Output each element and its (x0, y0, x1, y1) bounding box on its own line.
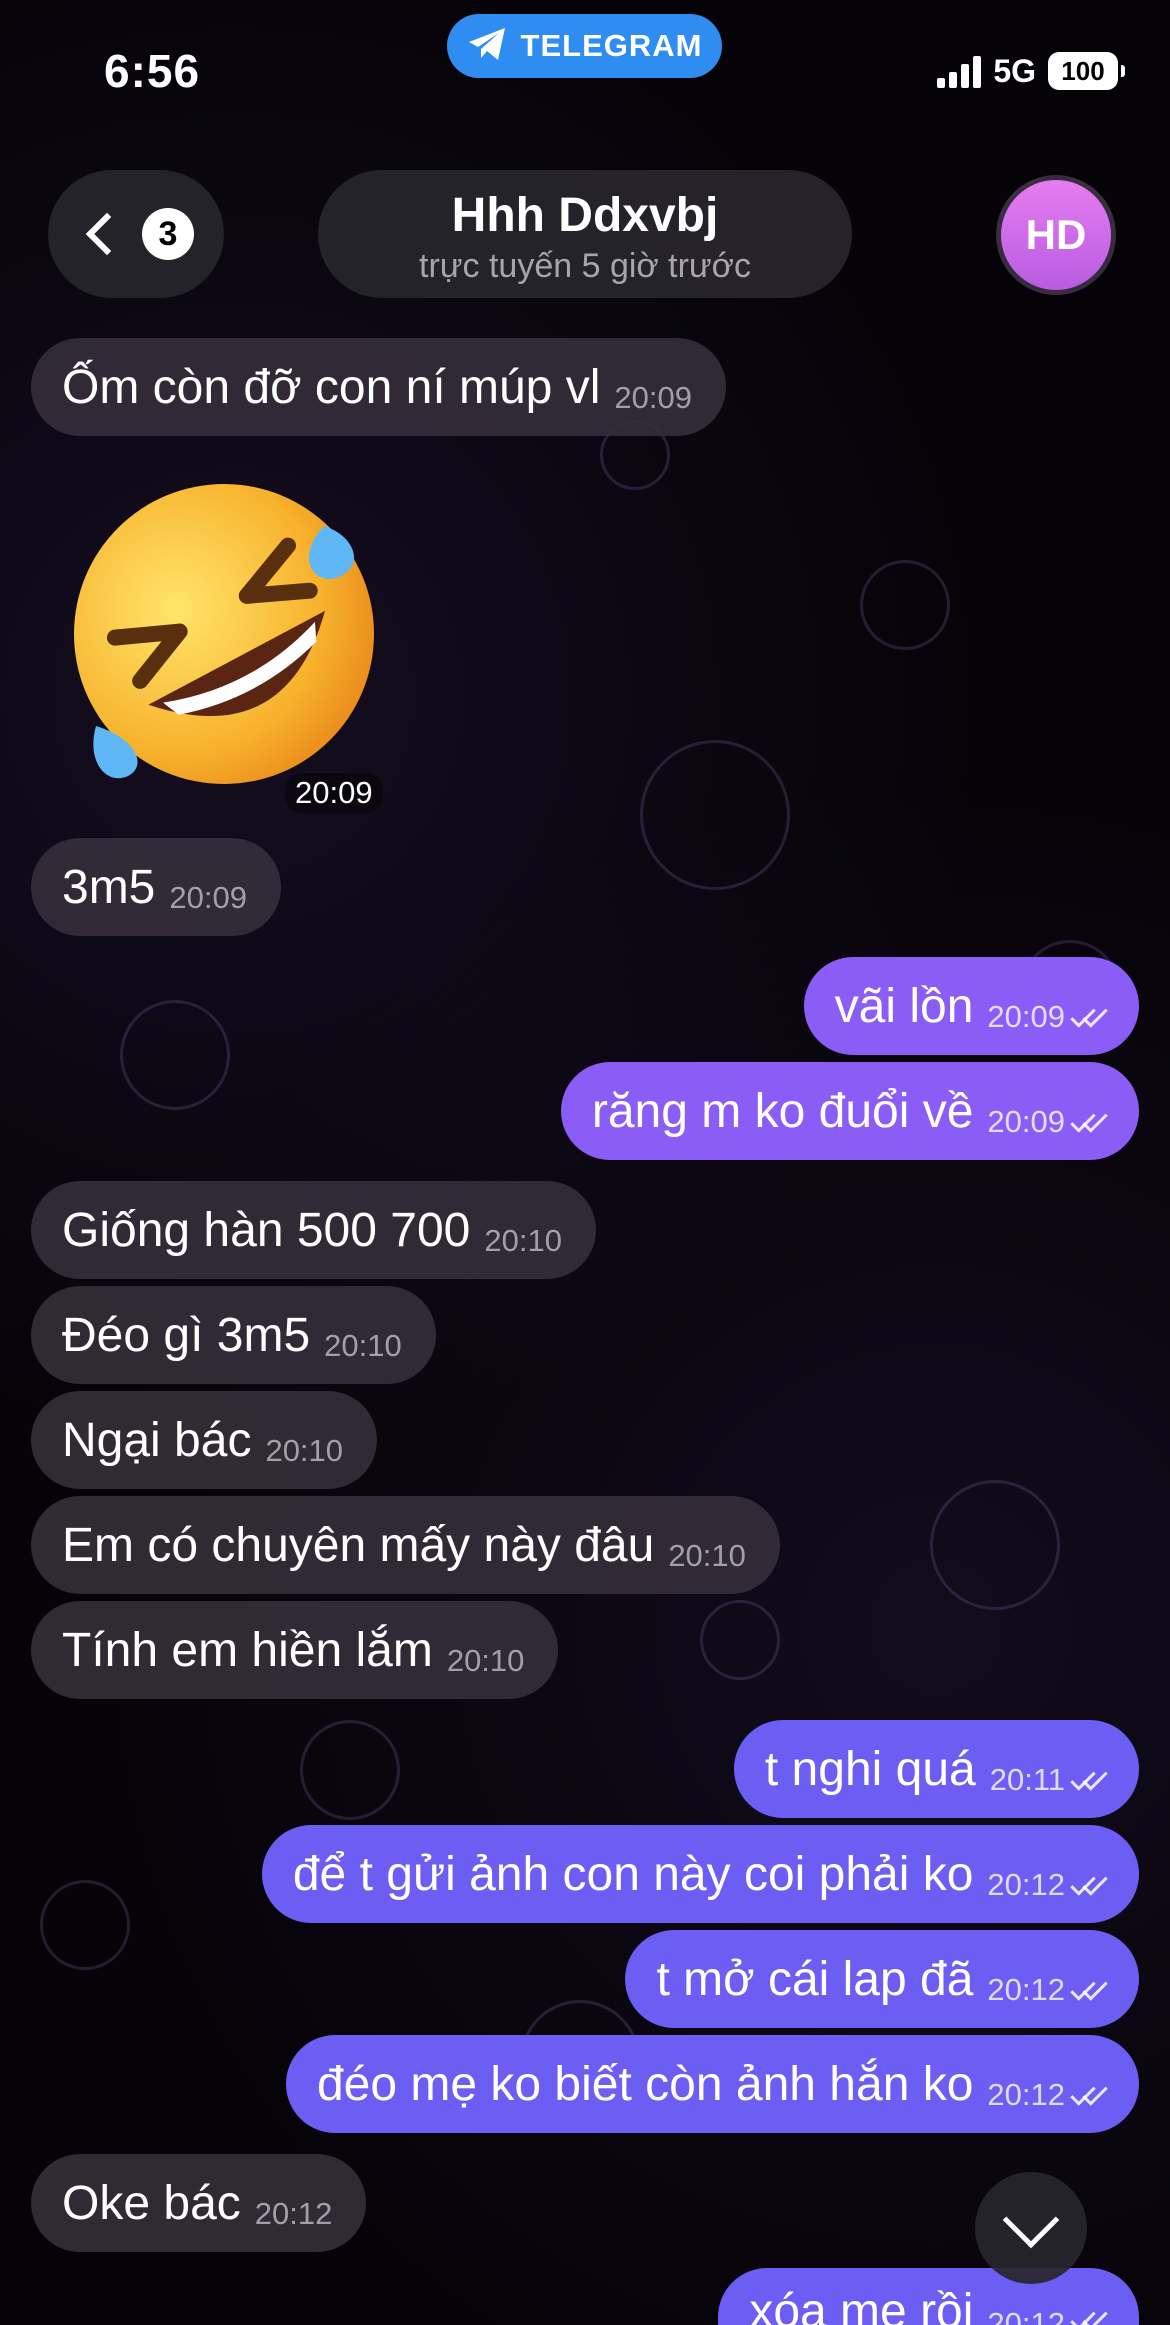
telegram-pill-label: TELEGRAM (520, 28, 703, 63)
double-check-icon (1070, 1106, 1115, 1136)
message-text: 3m5 (62, 860, 156, 914)
message-bubble-outgoing[interactable]: t nghi quá 20:11 (733, 1720, 1139, 1818)
message-time: 20:09 (169, 880, 247, 915)
chevron-left-icon (85, 212, 129, 256)
message-bubble-outgoing[interactable]: đéo mẹ ko biết còn ảnh hắn ko 20:12 (285, 2035, 1139, 2133)
message-time: 20:10 (446, 1643, 525, 1678)
message-text: t nghi quá (764, 1742, 976, 1796)
chat-name: Hhh Ddxvbj (451, 189, 719, 242)
message-time: 20:12 (987, 2077, 1065, 2112)
message-text: Oke bác (62, 2176, 241, 2230)
message-text: Ngại bác (62, 1413, 252, 1467)
message-text: xóa mẹ rồi (749, 2285, 974, 2325)
message-time: 20:12 (254, 2196, 333, 2231)
double-check-icon (1070, 1869, 1115, 1899)
chat-title-pill[interactable]: Hhh Ddxvbj trực tuyến 5 giờ trước (318, 170, 852, 298)
double-check-icon (1070, 1764, 1115, 1794)
message-bubble-incoming[interactable]: Giống hàn 500 700 20:10 (31, 1181, 596, 1279)
message-bubble-outgoing[interactable]: xóa mẹ rồi 20:12 (718, 2268, 1139, 2325)
laughing-emoji-sticker[interactable] (66, 476, 382, 792)
message-time: 20:10 (324, 1328, 402, 1363)
sticker-time: 20:09 (285, 773, 383, 813)
message-text: t mở cái lap đã (656, 1952, 974, 2006)
message-time: 20:09 (987, 1104, 1065, 1139)
message-bubble-outgoing[interactable]: răng m ko đuổi về 20:09 (560, 1062, 1139, 1160)
telegram-paper-plane-icon (467, 26, 507, 67)
unread-count-badge: 3 (142, 208, 194, 260)
message-bubble-incoming[interactable]: Tính em hiền lắm 20:10 (31, 1601, 559, 1699)
battery-icon: 100 (1048, 52, 1125, 90)
message-time: 20:12 (987, 1972, 1065, 2007)
message-bubble-incoming[interactable]: Em có chuyên mấy này đâu 20:10 (31, 1496, 780, 1594)
message-time: 20:09 (614, 380, 692, 415)
double-check-icon (1070, 1974, 1115, 2004)
double-check-icon (1070, 1001, 1115, 1031)
message-time: 20:10 (265, 1433, 344, 1468)
message-text: để t gửi ảnh con này coi phải ko (292, 1847, 974, 1901)
message-bubble-outgoing[interactable]: t mở cái lap đã 20:12 (625, 1930, 1139, 2028)
double-check-icon (1070, 2079, 1115, 2109)
message-bubble-incoming[interactable]: Ốm còn đỡ con ní múp vl 20:09 (31, 338, 726, 436)
message-text: Ốm còn đỡ con ní múp vl (62, 360, 601, 414)
message-text: Em có chuyên mấy này đâu (62, 1518, 655, 1572)
message-time: 20:12 (987, 2306, 1065, 2325)
message-text: Tính em hiền lắm (62, 1623, 433, 1677)
network-type: 5G (993, 52, 1036, 89)
message-text: đéo mẹ ko biết còn ảnh hắn ko (316, 2057, 974, 2111)
avatar[interactable]: HD (996, 175, 1116, 295)
message-time: 20:09 (987, 999, 1065, 1034)
message-bubble-incoming[interactable]: 3m5 20:09 (31, 838, 281, 936)
back-button[interactable]: 3 (48, 170, 224, 298)
avatar-initials: HD (1025, 211, 1087, 258)
message-bubble-incoming[interactable]: Oke bác 20:12 (31, 2154, 367, 2252)
message-bubble-outgoing[interactable]: để t gửi ảnh con này coi phải ko 20:12 (261, 1825, 1139, 1923)
status-time: 6:56 (104, 45, 201, 97)
rolling-on-floor-laughing-icon (73, 484, 374, 784)
message-text: răng m ko đuổi về (591, 1084, 974, 1138)
double-check-icon (1070, 2304, 1115, 2325)
message-bubble-incoming[interactable]: Đéo gì 3m5 20:10 (31, 1286, 436, 1384)
telegram-app-pill[interactable]: TELEGRAM (447, 14, 722, 78)
battery-level: 100 (1061, 55, 1105, 86)
message-text: Đéo gì 3m5 (62, 1308, 311, 1362)
chevron-down-icon (1002, 2191, 1060, 2249)
message-time: 20:10 (668, 1538, 746, 1573)
message-bubble-incoming[interactable]: Ngại bác 20:10 (31, 1391, 378, 1489)
cellular-signal-icon (937, 54, 982, 88)
status-indicators: 5G 100 (937, 52, 1125, 90)
message-bubble-outgoing[interactable]: vãi lồn 20:09 (803, 957, 1139, 1055)
scroll-to-bottom-button[interactable] (975, 2172, 1087, 2284)
message-time: 20:10 (484, 1223, 562, 1258)
message-time: 20:11 (989, 1762, 1065, 1797)
message-text: vãi lồn (834, 979, 974, 1033)
message-time: 20:12 (987, 1867, 1065, 1902)
chat-last-seen: trực tuyến 5 giờ trước (419, 247, 751, 285)
status-bar: 6:56 TELEGRAM 5G 100 (0, 0, 1170, 140)
message-text: Giống hàn 500 700 (62, 1203, 471, 1257)
